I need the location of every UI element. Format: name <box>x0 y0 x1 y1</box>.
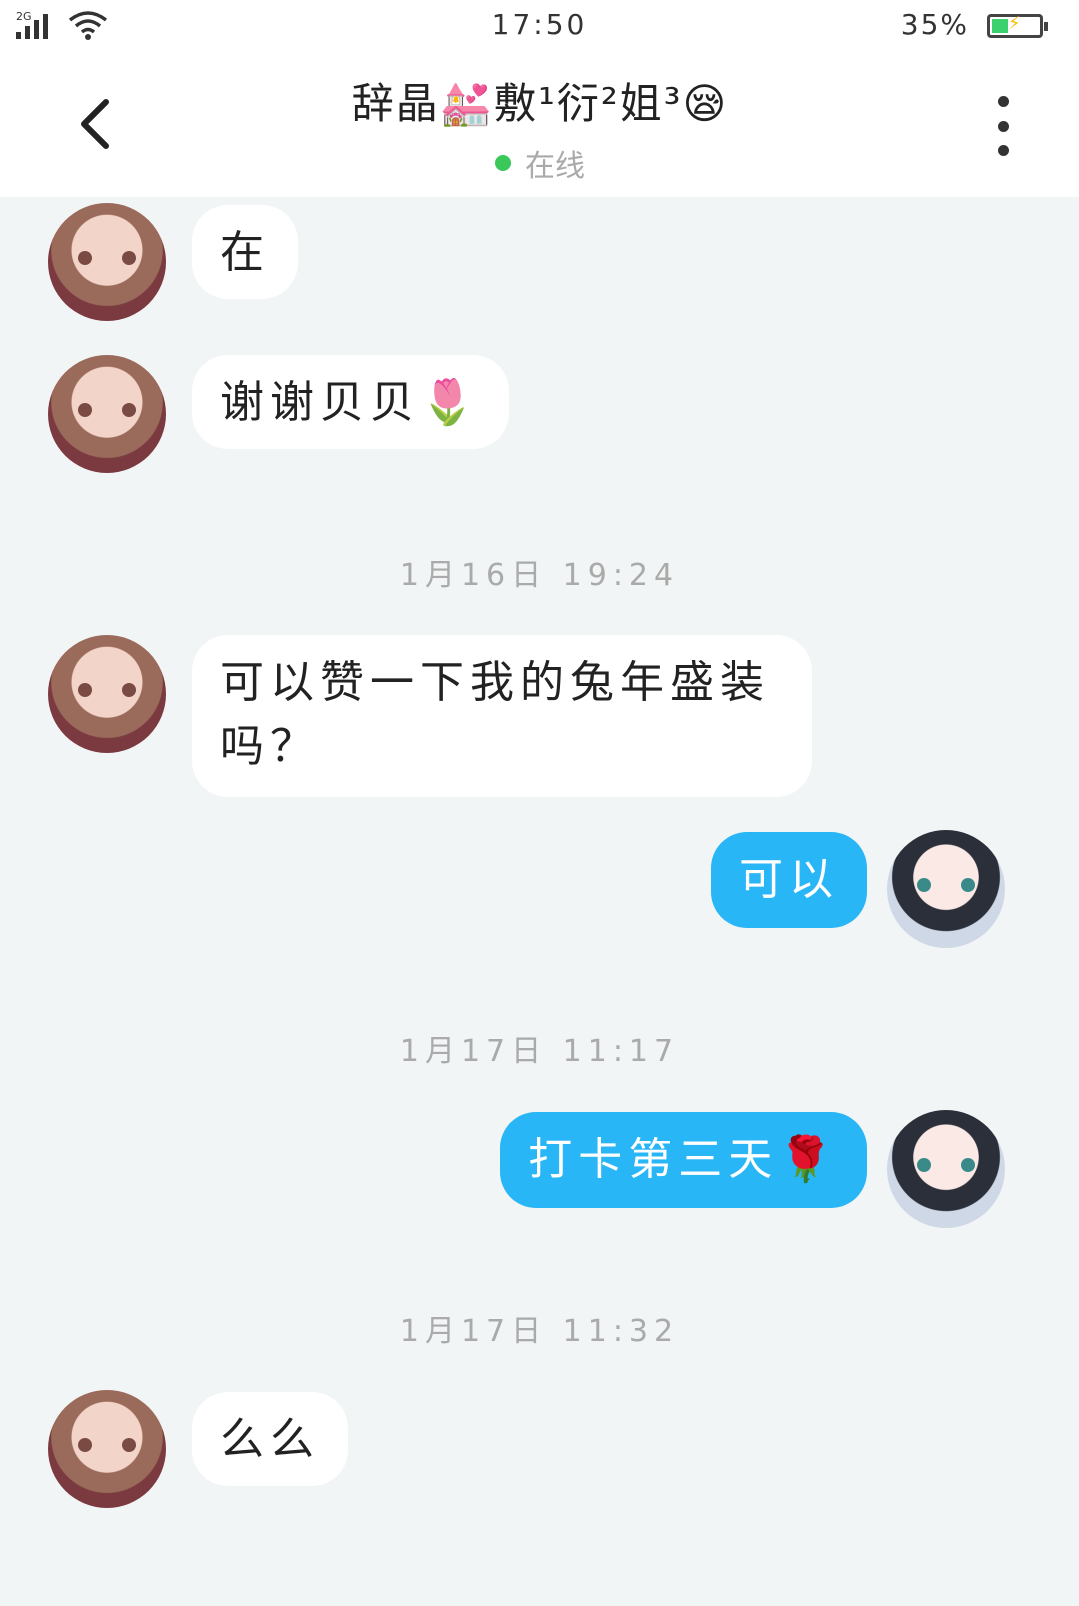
back-button[interactable] <box>70 94 120 154</box>
contact-avatar[interactable] <box>48 355 166 473</box>
contact-avatar[interactable] <box>48 635 166 753</box>
timestamp: 1月17日 11:32 <box>399 1314 680 1349</box>
chat-header: 辞晶💒敷¹衍²姐³😪 在线 <box>0 52 1079 197</box>
online-dot-icon <box>495 155 511 171</box>
charging-bolt-icon: ⚡ <box>1008 13 1021 34</box>
contact-avatar[interactable] <box>48 203 166 321</box>
message-bubble[interactable]: 可以赞一下我的兔年盛装吗？ <box>192 635 812 797</box>
online-label: 在线 <box>525 149 585 184</box>
message-bubble[interactable]: 打卡第三天🌹 <box>500 1112 867 1208</box>
more-vertical-icon <box>997 96 1009 107</box>
my-avatar[interactable] <box>887 830 1005 948</box>
message-bubble[interactable]: 谢谢贝贝🌷 <box>192 355 509 449</box>
battery-icon: ⚡ <box>987 13 1048 38</box>
presence-status: 在线 <box>200 141 880 185</box>
message-bubble[interactable]: 可以 <box>711 832 867 928</box>
contact-avatar[interactable] <box>48 1390 166 1508</box>
battery-percent: 35% <box>900 8 969 41</box>
message-bubble[interactable]: 在 <box>192 205 298 299</box>
timestamp: 1月17日 11:17 <box>399 1034 680 1069</box>
more-options-button[interactable] <box>991 96 1015 156</box>
chevron-left-icon <box>81 99 109 149</box>
battery-fill <box>992 19 1008 33</box>
status-bar: 2G 17:50 35% ⚡ <box>0 0 1079 52</box>
timestamp: 1月16日 19:24 <box>399 558 680 593</box>
contact-name: 辞晶💒敷¹衍²姐³😪 <box>351 79 729 128</box>
contact-info[interactable]: 辞晶💒敷¹衍²姐³😪 在线 <box>200 70 880 185</box>
my-avatar[interactable] <box>887 1110 1005 1228</box>
message-bubble[interactable]: 么么 <box>192 1392 348 1486</box>
